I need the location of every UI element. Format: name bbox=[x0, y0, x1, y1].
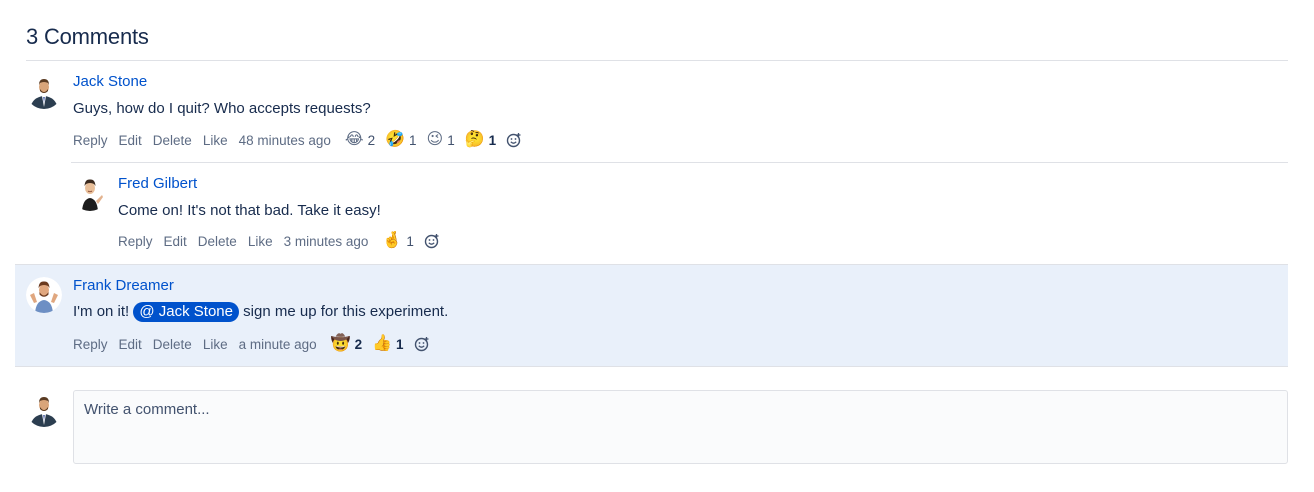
reply-divider bbox=[71, 162, 1288, 163]
current-user-avatar bbox=[26, 391, 62, 427]
reaction-count: 1 bbox=[406, 233, 414, 249]
comment-actions: Reply Edit Delete Like 3 minutes ago 🤞 1 bbox=[118, 232, 440, 250]
reaction-count: 2 bbox=[354, 336, 363, 352]
reaction-count: 1 bbox=[396, 336, 404, 352]
reaction-thinking[interactable]: 🤔 1 bbox=[465, 131, 496, 149]
add-reaction-icon[interactable] bbox=[506, 132, 522, 148]
comment-input[interactable] bbox=[74, 391, 1287, 463]
reaction-joy[interactable]: 😂 2 bbox=[345, 131, 375, 149]
cowboy-emoji-icon: 🤠 bbox=[330, 335, 351, 352]
avatar[interactable] bbox=[72, 175, 108, 211]
thinking-emoji-icon: 🤔 bbox=[464, 131, 485, 148]
comment-text: Come on! It's not that bad. Take it easy… bbox=[118, 202, 381, 219]
reaction-count: 1 bbox=[488, 132, 497, 148]
comment-author[interactable]: Frank Dreamer bbox=[73, 277, 174, 294]
edit-button[interactable]: Edit bbox=[119, 133, 142, 148]
reply-button[interactable]: Reply bbox=[118, 234, 153, 249]
like-button[interactable]: Like bbox=[203, 133, 228, 148]
crossed-fingers-emoji-icon: 🤞 bbox=[382, 232, 403, 249]
edit-button[interactable]: Edit bbox=[119, 337, 142, 352]
reaction-cowboy[interactable]: 🤠 2 bbox=[331, 335, 362, 353]
comment-input-container bbox=[73, 390, 1288, 464]
like-button[interactable]: Like bbox=[203, 337, 228, 352]
comment-timestamp: 3 minutes ago bbox=[283, 233, 369, 249]
comment-author[interactable]: Jack Stone bbox=[73, 73, 147, 90]
thumbs-up-emoji-icon: 👍 bbox=[372, 335, 392, 352]
reaction-crossed-fingers[interactable]: 🤞 1 bbox=[382, 232, 413, 250]
rofl-emoji-icon: 🤣 bbox=[385, 131, 406, 148]
comment-timestamp: 48 minutes ago bbox=[238, 132, 331, 148]
reaction-thumbs-up[interactable]: 👍 1 bbox=[372, 335, 403, 353]
add-reaction-icon[interactable] bbox=[424, 233, 440, 249]
comment-author[interactable]: Fred Gilbert bbox=[118, 175, 197, 192]
comment-text: Guys, how do I quit? Who accepts request… bbox=[73, 100, 371, 117]
heading-divider bbox=[26, 60, 1288, 61]
comment-text: I'm on it! @ Jack Stone sign me up for t… bbox=[73, 302, 448, 322]
comment-text-before: I'm on it! bbox=[73, 303, 130, 320]
like-button[interactable]: Like bbox=[248, 234, 273, 249]
wink-emoji-icon: 😉 bbox=[426, 131, 444, 148]
reaction-wink[interactable]: 😉 1 bbox=[427, 131, 455, 149]
comment-actions: Reply Edit Delete Like a minute ago 🤠 2 … bbox=[73, 335, 430, 353]
reaction-count: 2 bbox=[367, 132, 376, 148]
comment-timestamp: a minute ago bbox=[238, 336, 317, 352]
add-reaction-icon[interactable] bbox=[414, 336, 430, 352]
delete-button[interactable]: Delete bbox=[198, 234, 237, 249]
user-mention[interactable]: @ Jack Stone bbox=[133, 302, 239, 322]
delete-button[interactable]: Delete bbox=[153, 337, 192, 352]
reaction-count: 1 bbox=[409, 132, 417, 148]
reaction-rofl[interactable]: 🤣 1 bbox=[385, 131, 416, 149]
reply-button[interactable]: Reply bbox=[73, 133, 108, 148]
delete-button[interactable]: Delete bbox=[153, 133, 192, 148]
reply-button[interactable]: Reply bbox=[73, 337, 108, 352]
comments-section: 3 Comments Jack Stone Guys, how do I qui… bbox=[0, 0, 1314, 492]
avatar[interactable] bbox=[26, 277, 62, 313]
edit-button[interactable]: Edit bbox=[164, 234, 187, 249]
comments-heading: 3 Comments bbox=[26, 24, 149, 49]
comment-text-after: sign me up for this experiment. bbox=[243, 303, 449, 320]
reaction-count: 1 bbox=[447, 132, 455, 148]
joy-emoji-icon: 😂 bbox=[344, 131, 364, 148]
comment-actions: Reply Edit Delete Like 48 minutes ago 😂 … bbox=[73, 131, 522, 149]
avatar[interactable] bbox=[26, 73, 62, 109]
